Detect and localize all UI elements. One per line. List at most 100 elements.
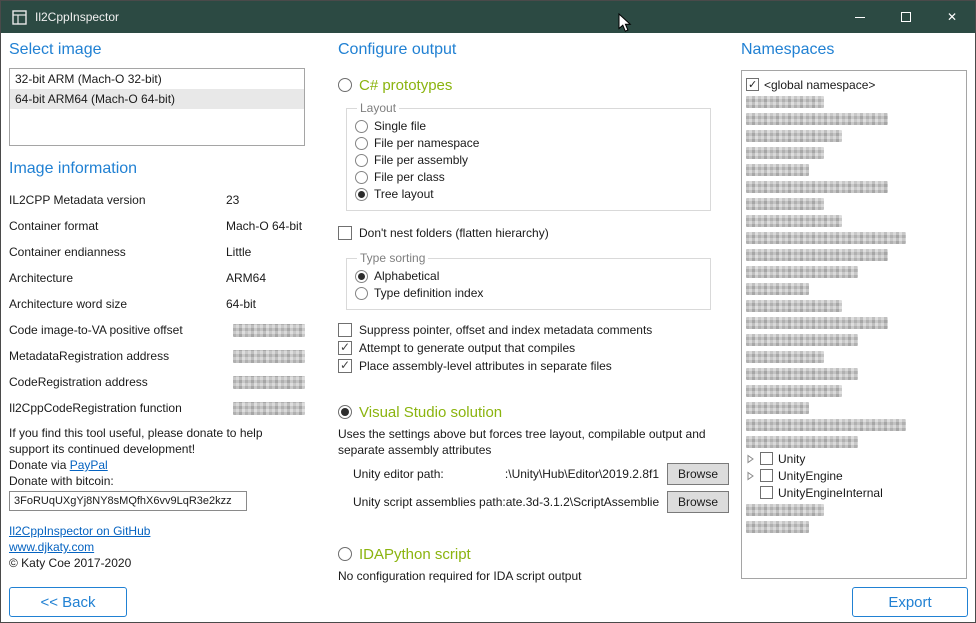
namespace-item[interactable]: <global namespace> (746, 76, 962, 93)
namespace-item[interactable] (746, 178, 962, 195)
namespace-item[interactable] (746, 263, 962, 280)
radio-visual-studio-solution[interactable]: Visual Studio solution (338, 402, 730, 422)
layout-radio-option[interactable]: Single file (355, 120, 700, 133)
namespace-item[interactable] (746, 314, 962, 331)
info-value: Little (226, 245, 305, 259)
info-row: Il2CppCodeRegistration function (9, 395, 305, 421)
checkbox-icon[interactable] (760, 469, 773, 482)
namespace-item[interactable] (746, 127, 962, 144)
checkbox-icon[interactable] (760, 486, 773, 499)
info-value: ARM64 (226, 271, 305, 285)
image-list-item[interactable]: 64-bit ARM64 (Mach-O 64-bit) (10, 89, 304, 109)
maximize-button[interactable] (883, 1, 929, 33)
namespace-item[interactable] (746, 518, 962, 535)
checkbox-icon[interactable] (760, 452, 773, 465)
layout-groupbox: Layout Single file File per namespace Fi… (346, 101, 711, 211)
title-bar[interactable]: Il2CppInspector ✕ (1, 1, 975, 33)
image-information-title: Image information (9, 160, 305, 178)
redacted-namespace (746, 96, 824, 108)
path-field-label: Unity script assemblies path: (353, 495, 506, 509)
bitcoin-address-input[interactable] (9, 491, 247, 511)
namespace-item[interactable]: UnityEngineInternal (746, 484, 962, 501)
redacted-namespace (746, 334, 858, 346)
namespace-item[interactable] (746, 110, 962, 127)
namespace-item[interactable] (746, 93, 962, 110)
checkbox-option[interactable]: Suppress pointer, offset and index metad… (338, 321, 730, 339)
image-list-item[interactable]: 32-bit ARM (Mach-O 32-bit) (10, 69, 304, 89)
redacted-value (233, 376, 305, 389)
radio-idapython-script[interactable]: IDAPython script (338, 544, 730, 564)
namespace-item[interactable] (746, 297, 962, 314)
checkbox-icon (338, 341, 352, 355)
paypal-link[interactable]: PayPal (70, 458, 108, 472)
namespace-item[interactable] (746, 348, 962, 365)
layout-radio-option[interactable]: File per namespace (355, 137, 700, 150)
minimize-button[interactable] (837, 1, 883, 33)
export-button[interactable]: Export (852, 587, 968, 617)
checkbox-option[interactable]: Place assembly-level attributes in separ… (338, 357, 730, 375)
select-image-title: Select image (9, 41, 305, 59)
expander-icon[interactable] (746, 471, 755, 481)
radio-label: File per assembly (374, 154, 468, 167)
namespace-item[interactable]: UnityEngine (746, 467, 962, 484)
info-label: Code image-to-VA positive offset (9, 323, 226, 337)
window-controls: ✕ (837, 1, 975, 33)
namespace-item[interactable] (746, 144, 962, 161)
namespace-item[interactable] (746, 246, 962, 263)
info-row: Container endianness Little (9, 239, 305, 265)
github-link[interactable]: Il2CppInspector on GitHub (9, 524, 150, 538)
info-label: Architecture word size (9, 297, 226, 311)
info-label: Container endianness (9, 245, 226, 259)
browse-button[interactable]: Browse (667, 491, 729, 513)
configure-output-panel: Configure output C# prototypes Layout Si… (338, 41, 730, 584)
namespace-item[interactable] (746, 416, 962, 433)
flatten-checkbox[interactable]: Don't nest folders (flatten hierarchy) (338, 224, 730, 242)
redacted-namespace (746, 504, 824, 516)
namespace-item[interactable] (746, 433, 962, 450)
namespace-item[interactable] (746, 501, 962, 518)
namespace-item[interactable] (746, 382, 962, 399)
info-label: Il2CppCodeRegistration function (9, 401, 226, 415)
namespace-item[interactable] (746, 280, 962, 297)
website-link[interactable]: www.djkaty.com (9, 540, 94, 554)
redacted-namespace (746, 198, 824, 210)
path-field-label: Unity editor path: (353, 467, 444, 481)
namespace-item[interactable] (746, 399, 962, 416)
info-label: Architecture (9, 271, 226, 285)
checkbox-icon (338, 359, 352, 373)
sorting-radio-option[interactable]: Alphabetical (355, 270, 700, 283)
checkbox-icon[interactable] (746, 78, 759, 91)
maximize-icon (901, 12, 911, 22)
layout-radio-option[interactable]: File per assembly (355, 154, 700, 167)
redacted-namespace (746, 368, 858, 380)
radio-icon (355, 287, 368, 300)
sorting-radio-option[interactable]: Type definition index (355, 287, 700, 300)
checkbox-option[interactable]: Attempt to generate output that compiles (338, 339, 730, 357)
namespace-label: <global namespace> (764, 78, 875, 92)
image-list-item-label: 64-bit ARM64 (Mach-O 64-bit) (15, 92, 175, 106)
checkbox-icon (338, 323, 352, 337)
info-label: IL2CPP Metadata version (9, 193, 226, 207)
redacted-value (233, 402, 305, 415)
namespace-item[interactable] (746, 331, 962, 348)
namespace-item[interactable] (746, 161, 962, 178)
expander-icon[interactable] (746, 454, 755, 464)
radio-icon (355, 120, 368, 133)
back-button[interactable]: << Back (9, 587, 127, 617)
close-button[interactable]: ✕ (929, 1, 975, 33)
info-value: Mach-O 64-bit (226, 219, 305, 233)
type-sorting-title: Type sorting (357, 251, 428, 265)
layout-radio-option[interactable]: File per class (355, 171, 700, 184)
namespace-item[interactable] (746, 365, 962, 382)
donate-message: If you find this tool useful, please don… (9, 425, 305, 457)
checkbox-label: Don't nest folders (flatten hierarchy) (359, 226, 549, 240)
layout-group-title: Layout (357, 101, 399, 115)
namespace-item[interactable] (746, 195, 962, 212)
browse-button[interactable]: Browse (667, 463, 729, 485)
namespace-item[interactable]: Unity (746, 450, 962, 467)
radio-csharp-prototypes[interactable]: C# prototypes (338, 75, 730, 95)
layout-radio-option[interactable]: Tree layout (355, 188, 700, 201)
namespace-item[interactable] (746, 229, 962, 246)
redacted-namespace (746, 215, 842, 227)
namespace-item[interactable] (746, 212, 962, 229)
